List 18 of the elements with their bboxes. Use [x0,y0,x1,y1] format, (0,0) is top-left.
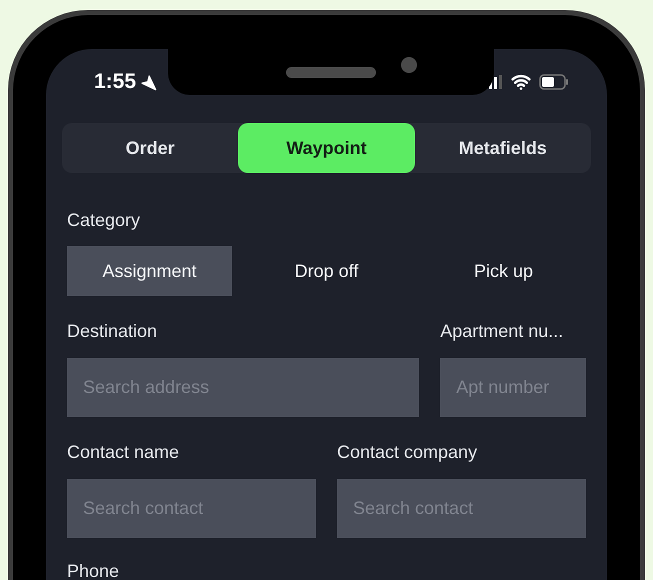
tab[interactable]: Waypoint [238,123,415,173]
field-label: Category [67,209,142,232]
wifi-icon [511,72,531,92]
field-label: Apartment nu... [440,320,564,343]
location-arrow-icon [140,74,158,90]
category-option[interactable]: Pick up [421,246,586,296]
field-label: Contact company [337,441,478,464]
tab[interactable]: Metafields [414,123,591,173]
field-label: Destination [67,320,158,343]
category-option[interactable]: Drop off [244,246,409,296]
speaker-icon [286,66,376,78]
tab[interactable]: Order [62,123,238,173]
signal-icon [489,75,503,89]
battery-icon [539,74,569,90]
field-label: Phone [67,560,120,580]
status-time: 1:55 [94,69,136,96]
field-label: Contact name [67,441,180,464]
category-option[interactable]: Assignment [67,246,232,296]
